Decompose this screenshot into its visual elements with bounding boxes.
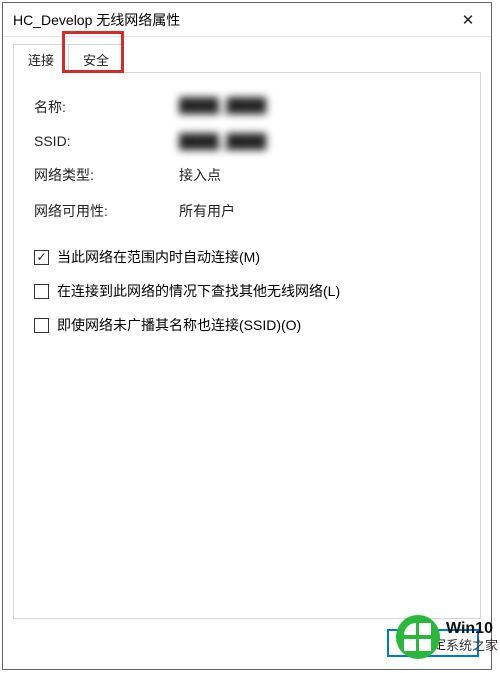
tab-label: 安全 [83,53,109,68]
tab-panel-connection: 名称: ████_████ SSID: ████_████ 网络类型: 接入点 … [13,72,481,619]
checkbox-label-find-other: 在连接到此网络的情况下查找其他无线网络(L) [57,281,340,301]
checkbox-label-auto-connect: 当此网络在范围内时自动连接(M) [57,247,260,267]
field-label-name: 名称: [34,97,179,117]
watermark-line1: Win10 [446,620,498,638]
field-value-availability: 所有用户 [179,201,460,221]
field-label-availability: 网络可用性: [34,201,179,221]
field-label-network-type: 网络类型: [34,165,179,185]
content-area: 连接 安全 名称: ████_████ SSID: ████_████ 网络类型… [3,37,491,669]
watermark: Win10 系统之家 [396,615,500,659]
field-value-network-type: 接入点 [179,165,460,185]
field-name: 名称: ████_████ [34,97,460,117]
spacer [34,237,460,247]
dialog-window: HC_Develop 无线网络属性 ✕ 连接 安全 名称: ████_████ … [2,2,492,670]
field-value-name: ████_████ [179,97,460,117]
checkbox-row-connect-hidden[interactable]: 即使网络未广播其名称也连接(SSID)(O) [34,315,460,335]
tab-security[interactable]: 安全 [68,44,124,73]
checkbox-row-find-other[interactable]: 在连接到此网络的情况下查找其他无线网络(L) [34,281,460,301]
titlebar: HC_Develop 无线网络属性 ✕ [3,3,491,37]
field-value-ssid: ████_████ [179,133,460,149]
field-ssid: SSID: ████_████ [34,133,460,149]
field-availability: 网络可用性: 所有用户 [34,201,460,221]
tab-label: 连接 [28,53,54,68]
close-button[interactable]: ✕ [445,3,491,37]
checkbox-row-auto-connect[interactable]: 当此网络在范围内时自动连接(M) [34,247,460,267]
checkbox-connect-hidden[interactable] [34,318,49,333]
checkbox-find-other[interactable] [34,284,49,299]
checkbox-auto-connect[interactable] [34,250,49,265]
field-network-type: 网络类型: 接入点 [34,165,460,185]
watermark-logo-icon [396,615,440,659]
tab-strip: 连接 安全 [13,45,481,73]
window-title: HC_Develop 无线网络属性 [13,10,180,30]
tab-connection[interactable]: 连接 [13,44,69,73]
checkbox-label-connect-hidden: 即使网络未广播其名称也连接(SSID)(O) [57,315,301,335]
watermark-text: Win10 系统之家 [446,620,498,653]
field-label-ssid: SSID: [34,133,179,149]
close-icon: ✕ [462,11,475,29]
watermark-line2: 系统之家 [446,639,498,654]
